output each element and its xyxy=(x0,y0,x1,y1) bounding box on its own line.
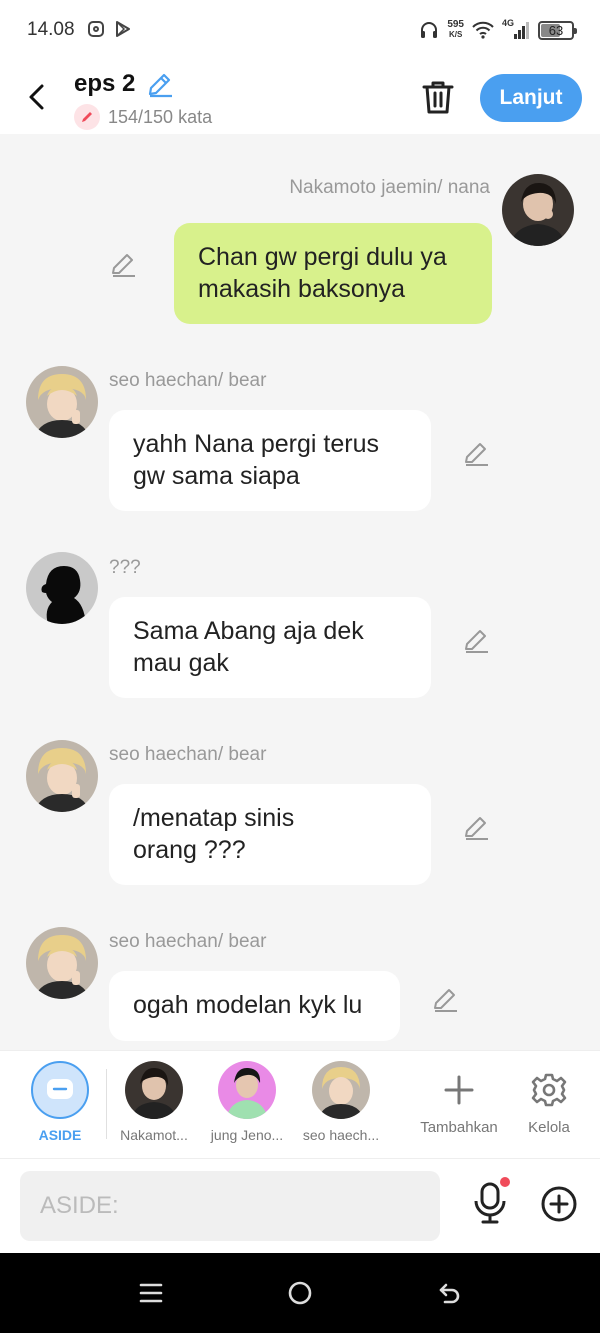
message-line: mau gak xyxy=(133,649,229,677)
chat-area[interactable]: Nakamoto jaemin/ nana Chan gw pergi dulu… xyxy=(0,134,600,1050)
home-icon[interactable] xyxy=(286,1279,314,1307)
episode-title[interactable]: eps 2 xyxy=(74,70,135,98)
sender-name: seo haechan/ bear xyxy=(109,931,267,952)
back-arrow-icon[interactable] xyxy=(22,80,52,114)
add-circle-icon[interactable] xyxy=(540,1185,578,1223)
message-bubble[interactable]: /menatap sinis orang ??? xyxy=(109,784,431,885)
avatar[interactable] xyxy=(26,552,98,624)
add-character-button[interactable]: Tambahkan xyxy=(414,1061,504,1136)
edit-message-icon[interactable] xyxy=(432,985,460,1013)
divider xyxy=(106,1069,107,1139)
sender-name: seo haechan/ bear xyxy=(109,744,267,765)
character-label: Nakamot... xyxy=(120,1127,188,1143)
sender-name: ??? xyxy=(109,557,141,578)
message-line: /menatap sinis xyxy=(133,804,295,832)
message-input[interactable] xyxy=(20,1171,440,1241)
message-bubble[interactable]: Chan gw pergi dulu ya makasih baksonya xyxy=(174,223,492,324)
message-bubble[interactable]: ogah modelan kyk lu xyxy=(109,971,400,1041)
character-selector: ASIDE Nakamot... jung Jeno... seo haech.… xyxy=(0,1050,600,1158)
instagram-icon xyxy=(88,21,104,37)
character-avatar xyxy=(312,1061,370,1119)
next-button[interactable]: Lanjut xyxy=(480,74,582,122)
avatar[interactable] xyxy=(26,927,98,999)
message-line: Chan gw pergi dulu ya xyxy=(198,243,447,271)
title-row: eps 2 xyxy=(74,70,174,98)
word-count: 154/150 kata xyxy=(74,104,212,130)
word-count-pencil-icon xyxy=(74,104,100,130)
edit-message-icon[interactable] xyxy=(463,439,491,467)
message-line: gw sama siapa xyxy=(133,462,300,490)
back-nav-icon[interactable] xyxy=(436,1279,464,1307)
plus-icon xyxy=(444,1075,474,1105)
character-aside[interactable]: ASIDE xyxy=(20,1061,100,1143)
input-bar xyxy=(0,1158,600,1253)
message-line: yahh Nana pergi terus xyxy=(133,430,379,458)
character-label: jung Jeno... xyxy=(210,1127,284,1143)
manage-label: Kelola xyxy=(528,1119,570,1136)
aside-label: ASIDE xyxy=(38,1127,82,1143)
editor-header: eps 2 154/150 kata Lanjut xyxy=(0,60,600,134)
microphone-icon[interactable] xyxy=(470,1181,510,1225)
message-bubble[interactable]: Sama Abang aja dek mau gak xyxy=(109,597,431,698)
character-item[interactable]: Nakamot... xyxy=(114,1061,194,1143)
sender-name: Nakamoto jaemin/ nana xyxy=(289,177,490,198)
message-line: makasih baksonya xyxy=(198,275,406,303)
character-item[interactable]: jung Jeno... xyxy=(207,1061,287,1143)
message-line: ogah modelan kyk lu xyxy=(133,991,363,1019)
battery-icon: 63 xyxy=(538,20,577,40)
message-line: Sama Abang aja dek xyxy=(133,617,364,645)
play-store-icon xyxy=(116,21,130,37)
edit-message-icon[interactable] xyxy=(463,626,491,654)
character-avatar xyxy=(218,1061,276,1119)
headphones-icon xyxy=(421,22,438,38)
notification-dot xyxy=(500,1177,510,1187)
system-nav-bar xyxy=(0,1253,600,1333)
edit-message-icon[interactable] xyxy=(110,250,138,278)
character-label: seo haech... xyxy=(302,1127,380,1143)
message-line: orang ??? xyxy=(133,836,246,864)
gear-icon xyxy=(531,1073,567,1107)
character-avatar xyxy=(125,1061,183,1119)
cellular-signal-icon: 4G xyxy=(502,18,530,40)
wifi-icon xyxy=(472,21,494,39)
manage-button[interactable]: Kelola xyxy=(514,1061,584,1136)
trash-icon[interactable] xyxy=(420,78,456,116)
edit-message-icon[interactable] xyxy=(463,813,491,841)
avatar[interactable] xyxy=(26,740,98,812)
sender-name: seo haechan/ bear xyxy=(109,370,267,391)
message-bubble[interactable]: yahh Nana pergi terus gw sama siapa xyxy=(109,410,431,511)
avatar[interactable] xyxy=(502,174,574,246)
status-bar: 14.08 595 K/S 4G 63 xyxy=(0,0,600,60)
character-item[interactable]: seo haech... xyxy=(301,1061,381,1143)
menu-icon[interactable] xyxy=(137,1279,165,1307)
edit-title-pencil-icon[interactable] xyxy=(146,70,174,98)
network-speed: 595 K/S xyxy=(447,19,464,40)
status-time: 14.08 xyxy=(27,19,75,40)
add-character-label: Tambahkan xyxy=(420,1119,498,1136)
avatar[interactable] xyxy=(26,366,98,438)
aside-icon xyxy=(31,1061,89,1119)
word-count-text: 154/150 kata xyxy=(108,106,213,127)
